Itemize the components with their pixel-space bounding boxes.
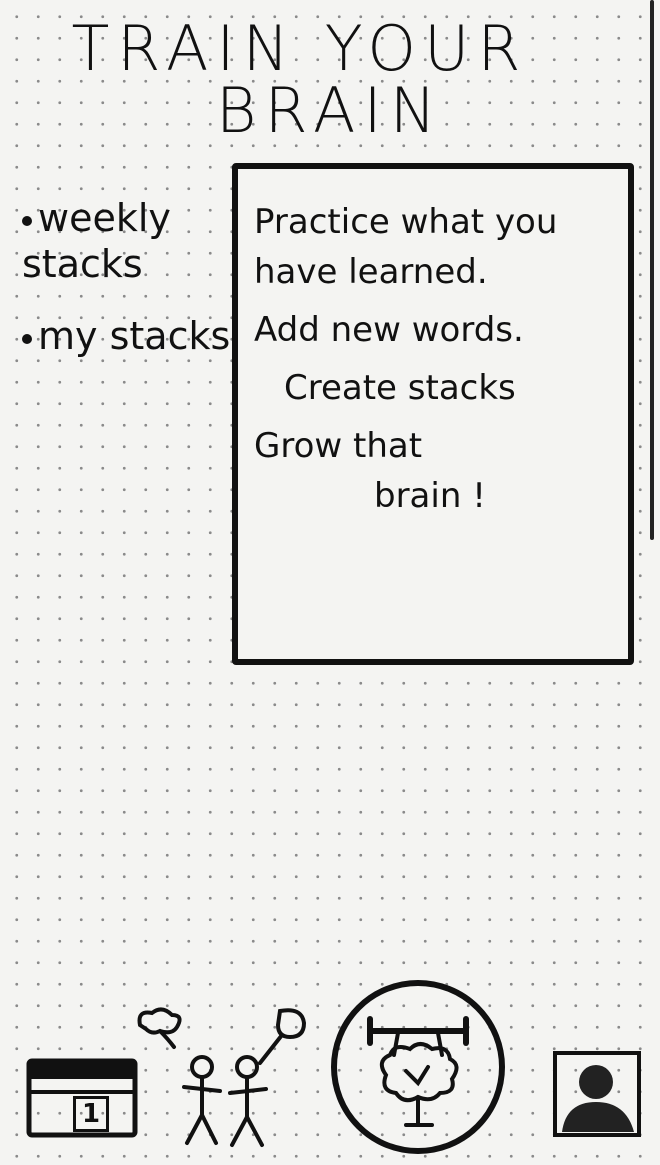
- title-line-1: TRAIN YOUR: [71, 12, 529, 85]
- page-edge: [650, 0, 654, 540]
- tab-community[interactable]: [132, 1005, 312, 1155]
- profile-icon: [553, 1051, 641, 1137]
- stack-menu: weekly stacks my stacks: [22, 195, 232, 385]
- calendar-day: 1: [73, 1096, 110, 1132]
- tab-train-brain[interactable]: [328, 975, 508, 1155]
- bullet-icon: [22, 215, 32, 226]
- menu-item-my-stacks[interactable]: my stacks: [22, 313, 232, 359]
- info-line-grow: Grow that: [254, 426, 423, 466]
- menu-item-label: my stacks: [38, 314, 231, 358]
- menu-item-label: weekly stacks: [22, 196, 171, 286]
- bullet-icon: [22, 333, 32, 344]
- community-icon: [137, 1007, 307, 1147]
- menu-item-weekly-stacks[interactable]: weekly stacks: [22, 195, 232, 287]
- info-line-practice: Practice what you have learned.: [254, 202, 558, 292]
- info-line-add-words: Add new words.: [254, 310, 524, 350]
- title-line-2: BRAIN: [215, 74, 445, 147]
- train-brain-icon: [331, 980, 505, 1154]
- info-line-create-stacks: Create stacks: [284, 368, 516, 408]
- page-title: TRAIN YOUR BRAIN: [0, 18, 600, 142]
- tab-profile[interactable]: [552, 1050, 642, 1138]
- bottom-tab-bar: 1: [0, 975, 660, 1165]
- tab-calendar[interactable]: 1: [26, 1058, 138, 1138]
- info-panel: Practice what you have learned. Add new …: [232, 163, 634, 665]
- info-line-brain: brain !: [374, 476, 486, 516]
